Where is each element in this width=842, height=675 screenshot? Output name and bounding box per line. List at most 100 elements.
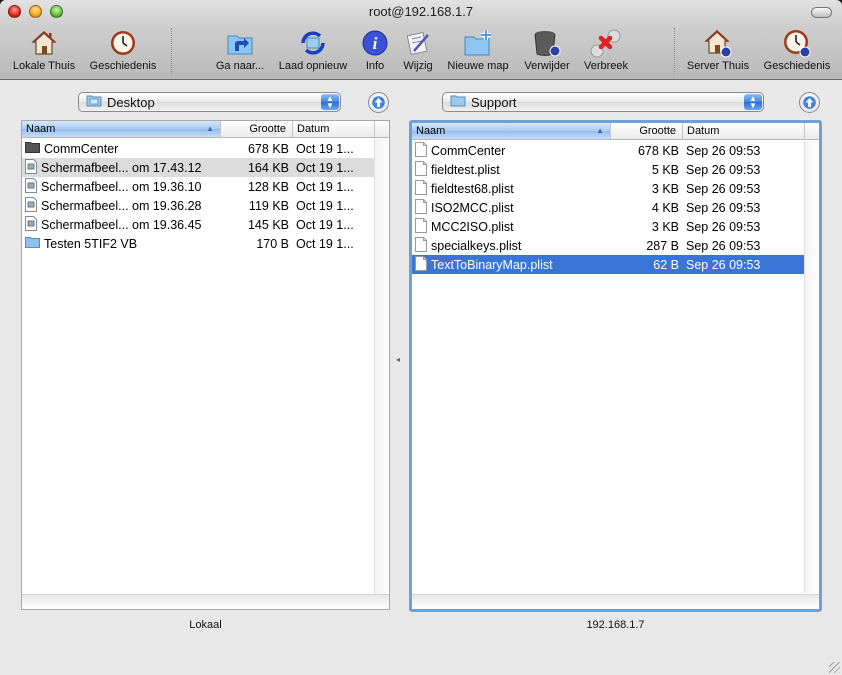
- resize-grip[interactable]: [829, 662, 840, 673]
- column-header-date[interactable]: Datum: [293, 121, 375, 137]
- server-history-icon: [781, 27, 813, 59]
- new-folder-button[interactable]: Nieuwe map: [444, 27, 512, 72]
- pane-divider-handle[interactable]: ◂: [396, 355, 402, 364]
- server-home-button[interactable]: Server Thuis: [684, 27, 752, 72]
- file-size: 4 KB: [651, 200, 679, 215]
- up-arrow-icon: [803, 96, 816, 109]
- toolbar-label: Nieuwe map: [447, 60, 509, 72]
- remote-file-list: Naam ▲ Grootte Datum CommCenter 678 KB Sep…: [409, 120, 822, 612]
- local-parent-folder-button[interactable]: [368, 92, 389, 113]
- file-size: 287 B: [646, 238, 679, 253]
- delete-button[interactable]: Verwijder: [519, 27, 575, 72]
- file-row[interactable]: specialkeys.plist 287 B Sep 26 09:53: [412, 236, 805, 255]
- file-row[interactable]: Testen 5TIF2 VB 170 B Oct 19 1...: [22, 234, 375, 253]
- file-name: TextToBinaryMap.plist: [431, 257, 553, 272]
- file-row[interactable]: MCC2ISO.plist 3 KB Sep 26 09:53: [412, 217, 805, 236]
- file-name-cell: Schermafbeel... om 19.36.28: [22, 196, 221, 215]
- file-name-cell: specialkeys.plist: [412, 236, 611, 255]
- file-date: Sep 26 09:53: [686, 200, 761, 215]
- file-name: Testen 5TIF2 VB: [44, 236, 138, 251]
- file-date: Oct 19 1...: [296, 141, 354, 156]
- info-button[interactable]: i Info: [360, 27, 390, 72]
- toolbar-toggle-button[interactable]: [811, 7, 832, 18]
- remote-folder-name: Support: [471, 94, 517, 110]
- local-home-button[interactable]: Lokale Thuis: [10, 27, 78, 72]
- local-vertical-scrollbar[interactable]: [374, 139, 389, 595]
- file-name: Schermafbeel... om 17.43.12: [41, 160, 202, 175]
- file-name-cell: Schermafbeel... om 17.43.12: [22, 158, 221, 177]
- trash-icon: [531, 27, 563, 59]
- sort-ascending-icon: ▲: [206, 124, 214, 133]
- column-header-date[interactable]: Datum: [683, 123, 805, 139]
- file-row[interactable]: CommCenter 678 KB Sep 26 09:53: [412, 141, 805, 160]
- toolbar-separator: [171, 28, 172, 74]
- up-arrow-icon: [372, 96, 385, 109]
- file-row[interactable]: CommCenter 678 KB Oct 19 1...: [22, 139, 375, 158]
- column-header-size[interactable]: Grootte: [221, 121, 293, 137]
- window-title: root@192.168.1.7: [368, 4, 474, 19]
- file-row[interactable]: fieldtest.plist 5 KB Sep 26 09:53: [412, 160, 805, 179]
- go-to-folder-icon: [224, 27, 256, 59]
- edit-button[interactable]: Wijzig: [400, 27, 436, 72]
- server-history-button[interactable]: Geschiedenis: [760, 27, 834, 72]
- column-header-name[interactable]: Naam ▲: [412, 123, 611, 139]
- column-headers: Naam ▲ Grootte Datum: [22, 121, 389, 138]
- column-headers: Naam ▲ Grootte Datum: [412, 123, 819, 140]
- remote-vertical-scrollbar[interactable]: [804, 141, 819, 593]
- local-horizontal-scrollbar[interactable]: [22, 594, 389, 609]
- disconnect-button[interactable]: Verbreek: [580, 27, 632, 72]
- file-name: Schermafbeel... om 19.36.28: [41, 198, 202, 213]
- file-date: Oct 19 1...: [296, 217, 354, 232]
- popup-arrows-icon: ▲ ▼: [321, 94, 339, 110]
- file-date: Sep 26 09:53: [686, 143, 761, 158]
- toolbar-label: Ga naar...: [215, 60, 265, 72]
- file-size: 145 KB: [247, 217, 289, 232]
- file-name-cell: ISO2MCC.plist: [412, 198, 611, 217]
- history-clock-icon: [107, 27, 139, 59]
- image-file-icon: [25, 177, 37, 196]
- local-folder-popup[interactable]: Desktop ▲ ▼: [78, 92, 341, 112]
- local-pane-label: Lokaal: [189, 619, 222, 631]
- go-to-button[interactable]: Ga naar...: [212, 27, 268, 72]
- file-row[interactable]: Schermafbeel... om 19.36.45 145 KB Oct 19 …: [22, 215, 375, 234]
- file-size: 170 B: [256, 236, 289, 251]
- file-name: fieldtest68.plist: [431, 181, 514, 196]
- toolbar-label: Lokale Thuis: [12, 60, 76, 72]
- remote-parent-folder-button[interactable]: [799, 92, 820, 113]
- file-name: Schermafbeel... om 19.36.10: [41, 179, 202, 194]
- file-row[interactable]: fieldtest68.plist 3 KB Sep 26 09:53: [412, 179, 805, 198]
- folder-icon: [450, 94, 466, 110]
- file-row[interactable]: Schermafbeel... om 19.36.10 128 KB Oct 19 …: [22, 177, 375, 196]
- image-file-icon: [25, 196, 37, 215]
- column-header-size[interactable]: Grootte: [611, 123, 683, 139]
- reload-icon: [297, 27, 329, 59]
- file-name-cell: Schermafbeel... om 19.36.10: [22, 177, 221, 196]
- file-name-cell: Schermafbeel... om 19.36.45: [22, 215, 221, 234]
- document-icon: [415, 255, 427, 274]
- history-button[interactable]: Geschiedenis: [86, 27, 160, 72]
- file-date: Oct 19 1...: [296, 198, 354, 213]
- remote-horizontal-scrollbar[interactable]: [412, 594, 819, 609]
- server-home-icon: [702, 27, 734, 59]
- info-icon: i: [359, 27, 391, 59]
- file-row[interactable]: Schermafbeel... om 19.36.28 119 KB Oct 19 …: [22, 196, 375, 215]
- file-name-cell: TextToBinaryMap.plist: [412, 255, 611, 274]
- file-name-cell: MCC2ISO.plist: [412, 217, 611, 236]
- black-folder-icon: [25, 141, 40, 156]
- document-icon: [415, 217, 427, 236]
- local-file-list: Naam ▲ Grootte Datum CommCenter 678 KB Oct…: [21, 120, 390, 610]
- reload-button[interactable]: Laad opnieuw: [275, 27, 351, 72]
- local-folder-name: Desktop: [107, 94, 155, 110]
- toolbar-label: Geschiedenis: [89, 60, 157, 72]
- file-row[interactable]: TextToBinaryMap.plist 62 B Sep 26 09:53: [412, 255, 805, 274]
- image-file-icon: [25, 158, 37, 177]
- file-row[interactable]: ISO2MCC.plist 4 KB Sep 26 09:53: [412, 198, 805, 217]
- file-name: CommCenter: [44, 141, 119, 156]
- remote-folder-popup[interactable]: Support ▲ ▼: [442, 92, 764, 112]
- file-size: 678 KB: [637, 143, 679, 158]
- file-row[interactable]: Schermafbeel... om 17.43.12 164 KB Oct 19 …: [22, 158, 375, 177]
- column-header-name[interactable]: Naam ▲: [22, 121, 221, 137]
- ftp-client-window: root@192.168.1.7 Lokale Thuis Geschieden…: [0, 0, 842, 675]
- toolbar: root@192.168.1.7 Lokale Thuis Geschieden…: [0, 0, 842, 80]
- file-name-cell: fieldtest.plist: [412, 160, 611, 179]
